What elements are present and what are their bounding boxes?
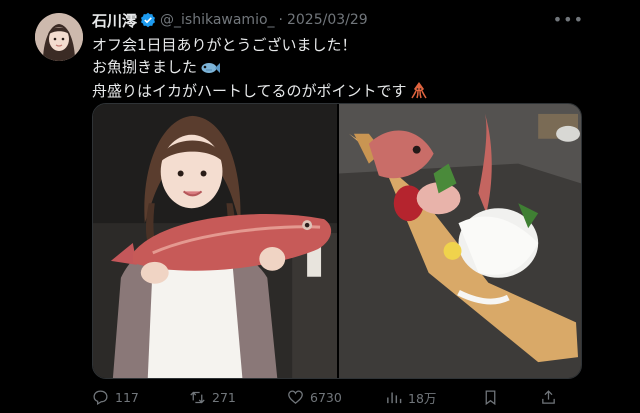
reply-icon [93,389,108,405]
post-date[interactable]: 2025/03/29 [287,12,368,28]
author-name[interactable]: 石川澪 [92,10,137,31]
like-icon [288,389,303,404]
bookmark-button[interactable] [482,389,499,406]
media-grid [92,103,582,379]
author-handle[interactable]: @_ishikawamio_ [160,12,275,28]
repost-icon [190,391,205,403]
tweet-line-with-emoji: お魚捌きました [92,57,428,82]
reply-count: 117 [115,389,139,405]
fish-emoji-icon [200,60,221,82]
squid-emoji-icon [410,81,428,106]
verified-badge-icon [140,12,156,28]
tweet-line: お魚捌きました [92,57,198,76]
avatar[interactable] [35,13,83,61]
like-count: 6730 [310,389,342,405]
action-bar: 117 271 6730 18万 [92,388,582,406]
photo-woman-holding-fish[interactable] [93,104,337,378]
repost-count: 271 [212,389,236,405]
repost-button[interactable]: 271 [189,389,236,406]
more-icon[interactable]: ••• [553,10,584,29]
photo-sashimi-boat[interactable] [339,104,581,378]
tweet-line: 舟盛りはイカがハートしてるのがポイントです [92,82,407,100]
tweet-line-with-emoji: 舟盛りはイカがハートしてるのがポイントです [92,81,428,106]
reply-button[interactable]: 117 [92,389,139,406]
share-button[interactable] [540,389,557,406]
share-icon [542,389,555,404]
views-icon [387,392,402,403]
tweet-header: 石川澪 @_ishikawamio_ · 2025/03/29 [92,10,368,30]
views-button[interactable]: 18万 [385,388,436,407]
bookmark-icon [485,389,496,405]
tweet-line: オフ会1日目ありがとうございました！ [92,36,357,54]
like-button[interactable]: 6730 [287,389,342,406]
tweet-text: オフ会1日目ありがとうございました！ お魚捌きました 舟盛りはイカがハートしてる… [92,35,428,106]
views-count: 18万 [408,390,437,406]
separator-dot: · [278,12,283,28]
